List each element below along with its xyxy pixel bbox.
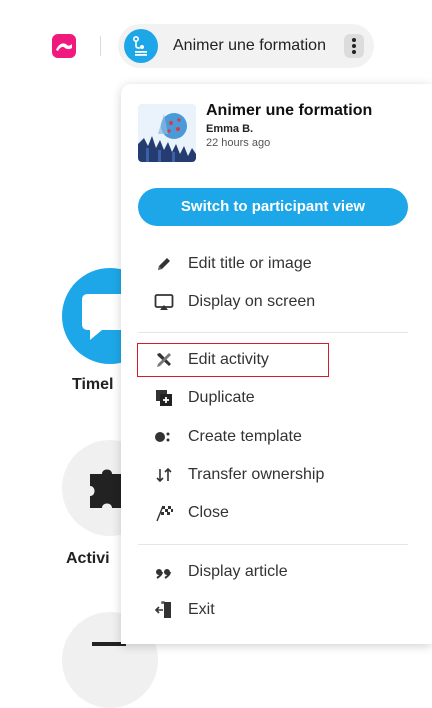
quote-icon bbox=[154, 562, 174, 582]
activity-selector[interactable]: Animer une formation bbox=[118, 24, 374, 68]
finish-flag-icon bbox=[154, 503, 174, 523]
topbar-divider bbox=[100, 36, 101, 56]
menu-item-duplicate[interactable]: Duplicate bbox=[138, 382, 408, 414]
switch-participant-view-button[interactable]: Switch to participant view bbox=[138, 188, 408, 226]
template-icon bbox=[154, 427, 174, 447]
transfer-icon bbox=[154, 465, 174, 485]
menu-item-edit-activity[interactable]: Edit activity bbox=[137, 343, 329, 377]
menu-item-create-template[interactable]: Create template bbox=[138, 421, 408, 453]
activity-author: Emma B. bbox=[206, 123, 254, 135]
module-label-timeline: Timel bbox=[72, 376, 114, 393]
menu-item-close[interactable]: Close bbox=[138, 497, 408, 529]
menu-item-display-on-screen[interactable]: Display on screen bbox=[138, 286, 408, 318]
pencil-icon bbox=[154, 254, 174, 274]
activity-title: Animer une formation bbox=[173, 37, 326, 54]
logo-mark-icon bbox=[56, 43, 72, 51]
activity-type-icon bbox=[124, 29, 158, 63]
menu-activity-title: Animer une formation bbox=[206, 102, 373, 119]
activity-options-menu: Animer une formation Emma B. 22 hours ag… bbox=[121, 84, 432, 644]
exit-icon bbox=[154, 600, 174, 620]
menu-divider bbox=[138, 544, 408, 545]
menu-item-transfer-ownership[interactable]: Transfer ownership bbox=[138, 459, 408, 491]
activity-thumbnail bbox=[138, 104, 196, 162]
tools-icon bbox=[154, 350, 174, 370]
more-options-icon[interactable] bbox=[344, 34, 364, 58]
module-label-activities: Activi bbox=[66, 550, 110, 567]
duplicate-icon bbox=[154, 388, 174, 408]
menu-item-exit[interactable]: Exit bbox=[138, 594, 408, 626]
cast-screen-icon bbox=[154, 292, 174, 312]
activity-timestamp: 22 hours ago bbox=[206, 137, 271, 149]
menu-item-edit-title[interactable]: Edit title or image bbox=[138, 248, 408, 280]
app-logo[interactable] bbox=[52, 34, 76, 58]
menu-item-display-article[interactable]: Display article bbox=[138, 556, 408, 588]
menu-divider bbox=[138, 332, 408, 333]
